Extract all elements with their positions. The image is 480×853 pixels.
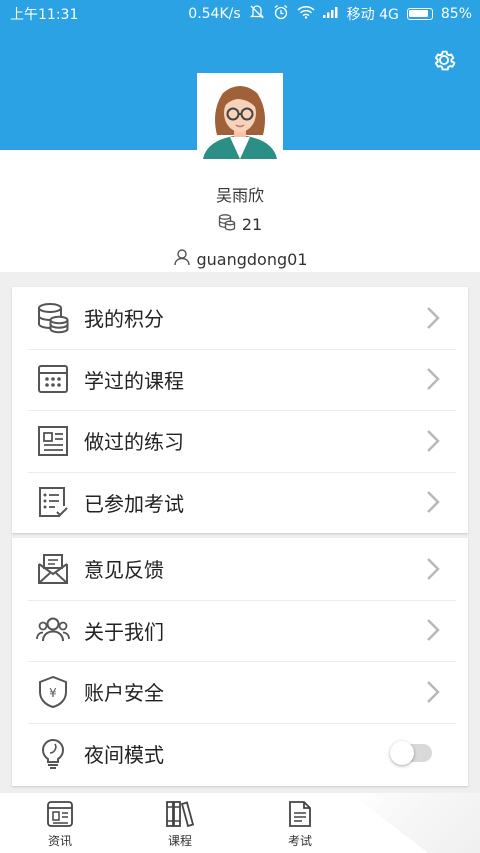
- signal-icon: [322, 6, 339, 22]
- menu-card-settings: 意见反馈 关于我们 ¥ 账户安全 夜间模式: [12, 538, 468, 786]
- newspaper-icon: [36, 424, 70, 458]
- menu-item-joined-exams[interactable]: 已参加考试: [12, 471, 468, 534]
- chevron-right-icon: [426, 680, 440, 704]
- chevron-right-icon: [426, 557, 440, 581]
- lightbulb-icon: [36, 736, 70, 770]
- username: guangdong01: [196, 249, 308, 269]
- menu-label: 学过的课程: [84, 368, 184, 393]
- menu-label: 做过的练习: [84, 430, 184, 455]
- chevron-right-icon: [426, 306, 440, 330]
- tab-courses[interactable]: 课程: [150, 799, 210, 849]
- tab-label: 资讯: [47, 834, 72, 848]
- books-icon: [165, 799, 195, 829]
- night-mode-toggle[interactable]: [390, 741, 432, 766]
- chevron-right-icon: [426, 490, 440, 514]
- mute-icon: [249, 4, 265, 24]
- coins-icon: [218, 213, 236, 235]
- user-name: 吴雨欣: [215, 186, 264, 205]
- menu-label: 意见反馈: [84, 558, 164, 583]
- points-value: 21: [241, 214, 263, 234]
- coins-icon: [36, 301, 70, 335]
- status-bar: 上午11:31 0.54K/s 移动 4G 85%: [0, 0, 480, 26]
- tab-exams[interactable]: 考试: [270, 799, 330, 849]
- wifi-icon: [297, 5, 315, 23]
- toggle-knob: [390, 741, 414, 766]
- battery-icon: [406, 8, 433, 20]
- menu-item-account-security[interactable]: ¥ 账户安全: [12, 661, 468, 723]
- menu-item-about-us[interactable]: 关于我们: [12, 599, 468, 662]
- shield-yen-icon: ¥: [36, 675, 70, 709]
- menu-label: 夜间模式: [84, 742, 164, 767]
- document-icon: [285, 799, 315, 829]
- menu-label: 关于我们: [84, 619, 164, 644]
- avatar[interactable]: [197, 73, 283, 159]
- chevron-right-icon: [426, 429, 440, 453]
- points-row: 21: [0, 213, 480, 235]
- settings-gear-icon[interactable]: [430, 46, 458, 74]
- menu-label: 已参加考试: [84, 491, 184, 516]
- svg-text:¥: ¥: [49, 686, 57, 700]
- menu-item-night-mode: 夜间模式: [12, 722, 468, 785]
- tab-news[interactable]: 资讯: [30, 799, 90, 849]
- battery-level: 85%: [440, 6, 472, 22]
- tab-label: 考试: [287, 834, 312, 848]
- account-row: guangdong01: [0, 248, 480, 270]
- menu-label: 我的积分: [84, 307, 164, 332]
- menu-card-learning: 我的积分 学过的课程 做过的练习 已参加考试: [12, 287, 468, 533]
- carrier-label: 移动 4G: [346, 7, 399, 23]
- menu-label: 账户安全: [84, 681, 164, 706]
- checklist-icon: [36, 485, 70, 519]
- network-speed: 0.54K/s: [188, 6, 241, 22]
- user-icon: [173, 248, 191, 270]
- menu-item-my-points[interactable]: 我的积分: [12, 287, 468, 349]
- menu-item-done-exercises[interactable]: 做过的练习: [12, 410, 468, 472]
- tab-label: 课程: [167, 834, 192, 848]
- calendar-grid-icon: [36, 362, 70, 396]
- news-icon: [45, 799, 75, 829]
- envelope-icon: [36, 552, 70, 586]
- chevron-right-icon: [426, 367, 440, 391]
- menu-item-feedback[interactable]: 意见反馈: [12, 538, 468, 600]
- chevron-right-icon: [426, 618, 440, 642]
- status-time: 上午11:31: [10, 7, 79, 23]
- people-icon: [36, 613, 70, 647]
- alarm-icon: [273, 4, 289, 24]
- menu-item-studied-courses[interactable]: 学过的课程: [12, 348, 468, 411]
